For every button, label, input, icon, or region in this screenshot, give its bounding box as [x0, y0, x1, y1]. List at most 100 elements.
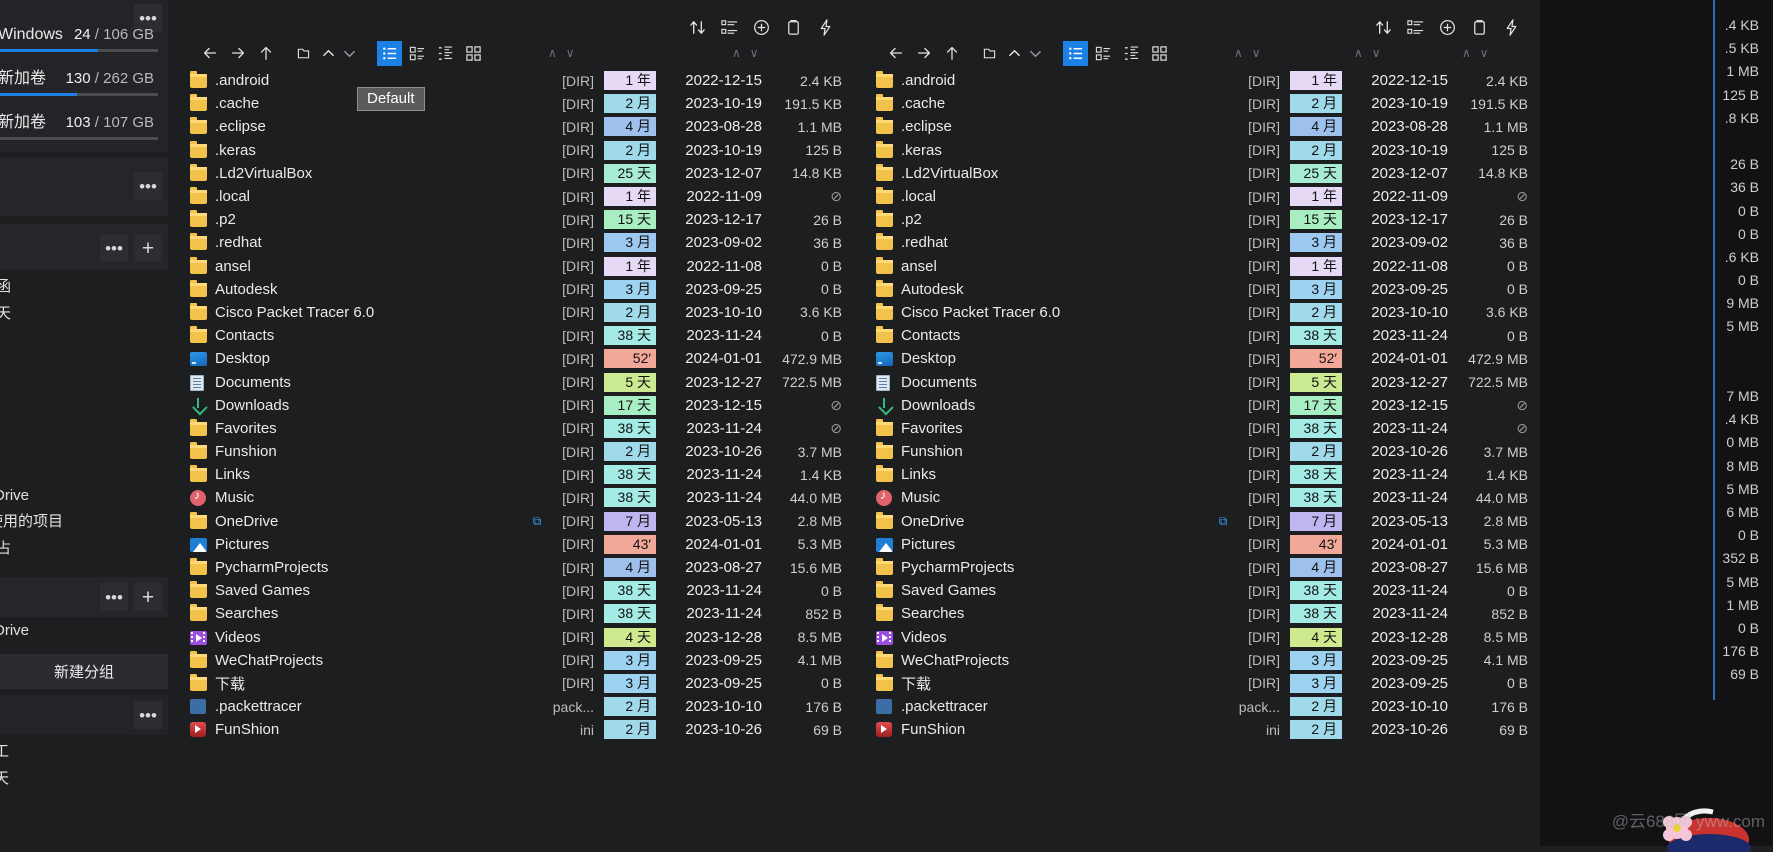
sidebar-item-pinned[interactable]: 占	[0, 534, 168, 561]
table-row[interactable]: Links [DIR] 38 天 2023-11-24 1.4 KB	[854, 463, 1540, 486]
table-row[interactable]: .Ld2VirtualBox [DIR] 25 天 2023-12-07 14.8 KB	[168, 162, 854, 185]
table-row[interactable]: WeChatProjects [DIR] 3 月 2023-09-25 4.1 MB	[168, 649, 854, 672]
view-tiles-button[interactable]	[1091, 41, 1116, 66]
table-row[interactable]: Favorites [DIR] 38 天 2023-11-24 ⊘	[168, 417, 854, 440]
new-group-button[interactable]: 新建分组	[0, 654, 168, 689]
table-row[interactable]: Funshion [DIR] 2 月 2023-10-26 3.7 MB	[168, 440, 854, 463]
view-compact-button[interactable]	[1119, 41, 1144, 66]
table-row[interactable]: Links [DIR] 38 天 2023-11-24 1.4 KB	[168, 463, 854, 486]
folder-icon[interactable]	[976, 40, 1003, 67]
table-row[interactable]: 下载 [DIR] 3 月 2023-09-25 0 B	[854, 672, 1540, 695]
sidebar-item[interactable]: 天	[0, 764, 168, 791]
table-row[interactable]: OneDrive ⧉ [DIR] 7 月 2023-05-13 2.8 MB	[854, 510, 1540, 533]
up-button[interactable]	[938, 40, 965, 67]
table-row[interactable]: Desktop [DIR] 52′ 2024-01-01 472.9 MB	[854, 347, 1540, 370]
table-row[interactable]: .packettracer pack... 2 月 2023-10-10 176 B	[854, 695, 1540, 718]
sort-desc-icon[interactable]: ∨	[566, 46, 575, 60]
table-row[interactable]: PycharmProjects [DIR] 4 月 2023-08-27 15.6 MB	[168, 556, 854, 579]
table-row[interactable]: .redhat [DIR] 3 月 2023-09-02 36 B	[168, 231, 854, 254]
sort-asc-icon[interactable]: ∧	[732, 46, 741, 60]
folder-icon[interactable]	[290, 40, 317, 67]
table-row[interactable]: 下载 [DIR] 3 月 2023-09-25 0 B	[168, 672, 854, 695]
table-row[interactable]: Documents [DIR] 5 天 2023-12-27 722.5 MB	[854, 370, 1540, 393]
table-row[interactable]: Saved Games [DIR] 38 天 2023-11-24 0 B	[854, 579, 1540, 602]
table-row[interactable]: .redhat [DIR] 3 月 2023-09-02 36 B	[854, 231, 1540, 254]
table-row[interactable]: .eclipse [DIR] 4 月 2023-08-28 1.1 MB	[168, 115, 854, 138]
table-row[interactable]: Documents [DIR] 5 天 2023-12-27 722.5 MB	[168, 370, 854, 393]
file-list-left[interactable]: .android [DIR] 1 年 2022-12-15 2.4 KB .cache [D…	[168, 69, 854, 846]
drive-row[interactable]: Windows 24 / 106 GB	[0, 22, 168, 60]
sidebar-item-drive[interactable]: Drive	[0, 484, 168, 507]
chevron-up-icon[interactable]	[1004, 40, 1024, 67]
sort-asc-icon[interactable]: ∧	[548, 46, 557, 60]
table-row[interactable]: Videos [DIR] 4 天 2023-12-28 8.5 MB	[168, 626, 854, 649]
table-row[interactable]: Contacts [DIR] 38 天 2023-11-24 0 B	[854, 324, 1540, 347]
table-row[interactable]: .android [DIR] 1 年 2022-12-15 2.4 KB	[854, 69, 1540, 92]
table-row[interactable]: ansel [DIR] 1 年 2022-11-08 0 B	[168, 255, 854, 278]
view-grid-button[interactable]	[1147, 41, 1172, 66]
view-tiles-button[interactable]	[405, 41, 430, 66]
sort-desc-icon[interactable]: ∨	[750, 46, 759, 60]
table-row[interactable]: Favorites [DIR] 38 天 2023-11-24 ⊘	[854, 417, 1540, 440]
table-row[interactable]: Pictures [DIR] 43′ 2024-01-01 5.3 MB	[854, 533, 1540, 556]
table-row[interactable]: WeChatProjects [DIR] 3 月 2023-09-25 4.1 MB	[854, 649, 1540, 672]
chevron-down-icon[interactable]	[1025, 40, 1045, 67]
table-row[interactable]: .cache [DIR] 2 月 2023-10-19 191.5 KB	[168, 92, 854, 115]
table-row[interactable]: Searches [DIR] 38 天 2023-11-24 852 B	[854, 602, 1540, 625]
table-row[interactable]: PycharmProjects [DIR] 4 月 2023-08-27 15.6 MB	[854, 556, 1540, 579]
table-row[interactable]: Autodesk [DIR] 3 月 2023-09-25 0 B	[854, 278, 1540, 301]
table-row[interactable]: Cisco Packet Tracer 6.0 [DIR] 2 月 2023-10-1…	[854, 301, 1540, 324]
sidebar-item-recent[interactable]: 使用的项目	[0, 507, 168, 534]
table-row[interactable]: ansel [DIR] 1 年 2022-11-08 0 B	[854, 255, 1540, 278]
table-row[interactable]: .android [DIR] 1 年 2022-12-15 2.4 KB	[168, 69, 854, 92]
table-row[interactable]: Cisco Packet Tracer 6.0 [DIR] 2 月 2023-10-1…	[168, 301, 854, 324]
sort-asc-icon[interactable]: ∧	[1234, 46, 1243, 60]
sidebar-item[interactable]: 工	[0, 737, 168, 764]
table-row[interactable]: Downloads [DIR] 17 天 2023-12-15 ⊘	[854, 394, 1540, 417]
back-button[interactable]	[882, 40, 909, 67]
sort-desc-icon[interactable]: ∨	[1480, 46, 1489, 60]
view-list-button[interactable]	[1063, 40, 1088, 66]
sidebar-item[interactable]: 天	[0, 299, 168, 326]
view-grid-button[interactable]	[461, 41, 486, 66]
table-row[interactable]: Music [DIR] 38 天 2023-11-24 44.0 MB	[168, 486, 854, 509]
table-row[interactable]: Downloads [DIR] 17 天 2023-12-15 ⊘	[168, 394, 854, 417]
table-row[interactable]: FunShion ini 2 月 2023-10-26 69 B	[168, 718, 854, 741]
table-row[interactable]: Videos [DIR] 4 天 2023-12-28 8.5 MB	[854, 626, 1540, 649]
table-row[interactable]: .packettracer pack... 2 月 2023-10-10 176 B	[168, 695, 854, 718]
section-b-add-button[interactable]: +	[134, 234, 162, 262]
table-row[interactable]: Pictures [DIR] 43′ 2024-01-01 5.3 MB	[168, 533, 854, 556]
table-row[interactable]: Saved Games [DIR] 38 天 2023-11-24 0 B	[168, 579, 854, 602]
table-row[interactable]: Autodesk [DIR] 3 月 2023-09-25 0 B	[168, 278, 854, 301]
table-row[interactable]: .p2 [DIR] 15 天 2023-12-17 26 B	[854, 208, 1540, 231]
up-button[interactable]	[252, 40, 279, 67]
table-row[interactable]: .local [DIR] 1 年 2022-11-09 ⊘	[854, 185, 1540, 208]
table-row[interactable]: Searches [DIR] 38 天 2023-11-24 852 B	[168, 602, 854, 625]
view-compact-button[interactable]	[433, 41, 458, 66]
table-row[interactable]: .Ld2VirtualBox [DIR] 25 天 2023-12-07 14.8 KB	[854, 162, 1540, 185]
section-c-more-button[interactable]: •••	[100, 583, 128, 611]
section-c-add-button[interactable]: +	[134, 583, 162, 611]
view-list-button[interactable]	[377, 40, 402, 66]
chevron-down-icon[interactable]	[339, 40, 359, 67]
file-list-right[interactable]: .android [DIR] 1 年 2022-12-15 2.4 KB .cache [D…	[854, 69, 1540, 846]
section-d-more-button[interactable]: •••	[134, 701, 162, 729]
sort-asc-icon[interactable]: ∧	[1462, 46, 1471, 60]
section-a-more-button[interactable]: •••	[134, 172, 162, 200]
table-row[interactable]: .cache [DIR] 2 月 2023-10-19 191.5 KB	[854, 92, 1540, 115]
table-row[interactable]: Desktop [DIR] 52′ 2024-01-01 472.9 MB	[168, 347, 854, 370]
sidebar-item[interactable]: 函	[0, 272, 168, 299]
table-row[interactable]: OneDrive ⧉ [DIR] 7 月 2023-05-13 2.8 MB	[168, 510, 854, 533]
table-row[interactable]: FunShion ini 2 月 2023-10-26 69 B	[854, 718, 1540, 741]
sidebar-item-drive2[interactable]: Drive	[0, 619, 168, 642]
table-row[interactable]: .local [DIR] 1 年 2022-11-09 ⊘	[168, 185, 854, 208]
table-row[interactable]: Music [DIR] 38 天 2023-11-24 44.0 MB	[854, 486, 1540, 509]
chevron-up-icon[interactable]	[318, 40, 338, 67]
table-row[interactable]: .p2 [DIR] 15 天 2023-12-17 26 B	[168, 208, 854, 231]
table-row[interactable]: Contacts [DIR] 38 天 2023-11-24 0 B	[168, 324, 854, 347]
sort-asc-icon[interactable]: ∧	[1354, 46, 1363, 60]
table-row[interactable]: Funshion [DIR] 2 月 2023-10-26 3.7 MB	[854, 440, 1540, 463]
forward-button[interactable]	[910, 40, 937, 67]
table-row[interactable]: .keras [DIR] 2 月 2023-10-19 125 B	[854, 139, 1540, 162]
back-button[interactable]	[196, 40, 223, 67]
